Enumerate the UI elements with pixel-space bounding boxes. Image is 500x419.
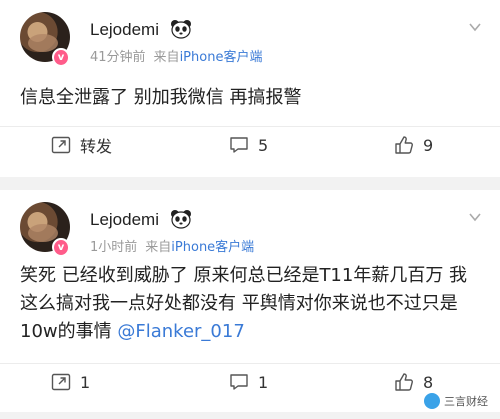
post-time: 1小时前: [90, 240, 138, 255]
like-icon: [395, 373, 413, 391]
repost-icon: [51, 136, 71, 154]
action-bar: 转发 5 9: [0, 126, 500, 162]
watermark: 三言财经: [424, 393, 488, 409]
like-count: 8: [423, 372, 434, 392]
like-button[interactable]: 9: [393, 127, 433, 163]
comment-button[interactable]: 5: [228, 127, 268, 163]
post-content: 信息全泄露了 别加我微信 再搞报警: [20, 87, 302, 108]
watermark-logo-icon: [424, 393, 440, 409]
verified-badge-icon: v: [52, 48, 70, 66]
repost-button[interactable]: 1: [50, 364, 90, 400]
comment-count: 5: [258, 135, 269, 155]
panda-icon: [171, 20, 191, 39]
post-time: 41分钟前: [90, 50, 146, 65]
username[interactable]: Lejodemi: [90, 20, 159, 40]
repost-icon: [51, 373, 71, 391]
comment-icon: [230, 137, 248, 153]
like-count: 9: [423, 135, 434, 155]
comment-count: 1: [258, 372, 269, 392]
chevron-down-icon[interactable]: [468, 210, 482, 224]
mention-link[interactable]: @Flanker_017: [117, 321, 244, 342]
source-device[interactable]: iPhone客户端: [171, 240, 254, 255]
watermark-text: 三言财经: [444, 395, 488, 408]
source-prefix: 来自: [145, 240, 172, 255]
post-meta: 1小时前 来自iPhone客户端: [90, 236, 254, 255]
comment-button[interactable]: 1: [228, 364, 268, 400]
username[interactable]: Lejodemi: [90, 210, 159, 230]
post-content: 笑死 已经收到威胁了 原来何总已经是T11年薪几百万 我这么搞对我一点好处都没有…: [20, 262, 485, 346]
comment-icon: [230, 374, 248, 390]
repost-button[interactable]: 转发: [50, 127, 112, 163]
repost-count: 1: [80, 372, 91, 392]
repost-label: 转发: [80, 137, 113, 156]
like-icon: [395, 136, 413, 154]
source-device[interactable]: iPhone客户端: [180, 50, 263, 65]
chevron-down-icon[interactable]: [468, 20, 482, 34]
post-meta: 41分钟前 来自iPhone客户端: [90, 46, 262, 65]
weibo-post-1: v Lejodemi 41分钟前 来自iPhone客户端 信息全泄露了 别加我微信…: [0, 0, 500, 177]
source-prefix: 来自: [153, 50, 180, 65]
panda-icon: [171, 210, 191, 229]
verified-badge-icon: v: [52, 238, 70, 256]
